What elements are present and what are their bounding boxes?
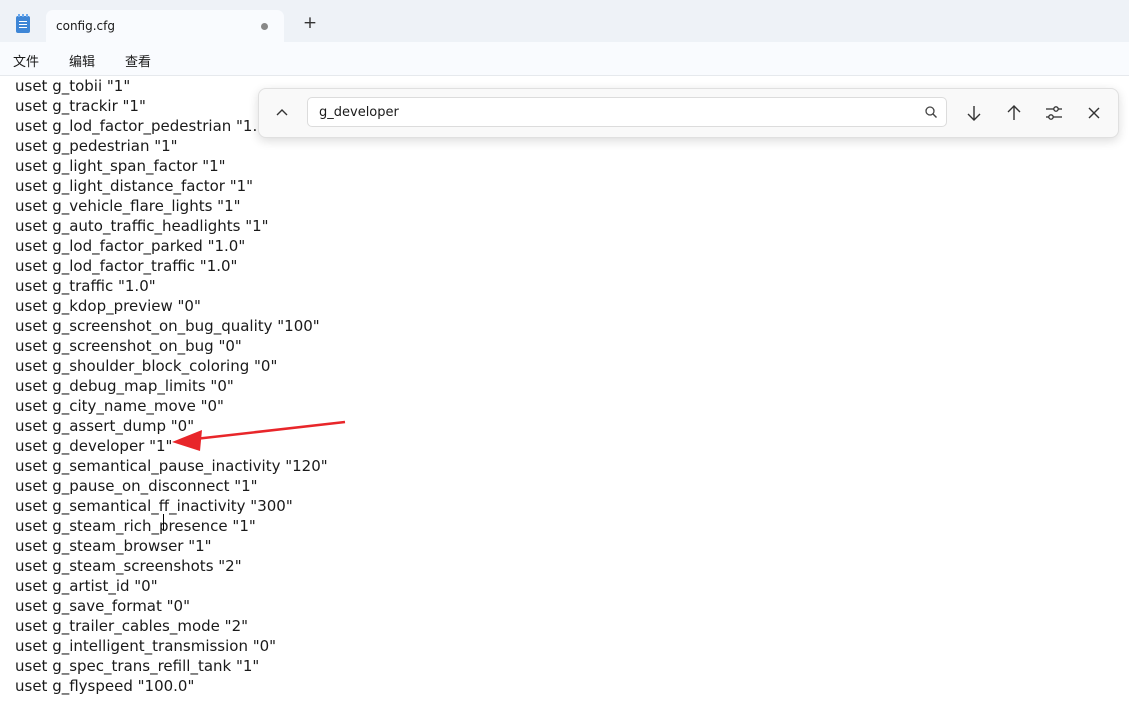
title-bar: config.cfg + bbox=[0, 0, 1129, 42]
config-line: uset g_save_format "0" bbox=[15, 597, 190, 615]
config-line: uset g_steam_rich_presence "1" bbox=[15, 517, 256, 535]
config-line: uset g_vehicle_flare_lights "1" bbox=[15, 197, 241, 215]
config-line: uset g_traffic "1.0" bbox=[15, 277, 156, 295]
config-line: uset g_city_name_move "0" bbox=[15, 397, 224, 415]
menu-edit[interactable]: 编辑 bbox=[69, 51, 95, 70]
config-line: uset g_developer "1" bbox=[15, 437, 173, 455]
config-line: uset g_screenshot_on_bug_quality "100" bbox=[15, 317, 320, 335]
config-line: uset g_light_distance_factor "1" bbox=[15, 177, 254, 195]
arrow-up-icon bbox=[1007, 105, 1021, 120]
arrow-down-icon bbox=[967, 106, 981, 121]
tab-config-cfg[interactable]: config.cfg bbox=[46, 10, 284, 42]
notepad-icon bbox=[16, 14, 30, 33]
editor-lines: uset g_tobii "1" uset g_trackir "1" uset g… bbox=[15, 76, 328, 696]
close-find-button[interactable] bbox=[1082, 101, 1106, 125]
config-line: uset g_auto_traffic_headlights "1" bbox=[15, 217, 269, 235]
menu-bar: 文件 编辑 查看 bbox=[0, 42, 1129, 76]
config-line: uset g_artist_id "0" bbox=[15, 577, 158, 595]
config-line: uset g_spec_trans_refill_tank "1" bbox=[15, 657, 260, 675]
find-next-button[interactable] bbox=[962, 101, 986, 125]
config-line: uset g_trailer_cables_mode "2" bbox=[15, 617, 249, 635]
chevron-up-icon bbox=[276, 109, 288, 116]
config-line: uset g_kdop_preview "0" bbox=[15, 297, 201, 315]
config-line: uset g_assert_dump "0" bbox=[15, 417, 195, 435]
find-input[interactable]: g_developer bbox=[307, 97, 947, 127]
config-line: uset g_pause_on_disconnect "1" bbox=[15, 477, 258, 495]
config-line: uset g_intelligent_transmission "0" bbox=[15, 637, 277, 655]
menu-view[interactable]: 查看 bbox=[125, 51, 151, 70]
find-previous-button[interactable] bbox=[1002, 101, 1026, 125]
text-editor[interactable]: uset g_tobii "1" uset g_trackir "1" uset g… bbox=[0, 76, 1129, 701]
find-bar: g_developer bbox=[258, 88, 1119, 138]
config-line: uset g_shoulder_block_coloring "0" bbox=[15, 357, 278, 375]
tab-title: config.cfg bbox=[56, 19, 115, 33]
find-query: g_developer bbox=[319, 105, 399, 120]
config-line: uset g_lod_factor_parked "1.0" bbox=[15, 237, 246, 255]
new-tab-button[interactable]: + bbox=[300, 13, 320, 33]
unsaved-dot-icon[interactable] bbox=[261, 23, 268, 30]
config-line: uset g_light_span_factor "1" bbox=[15, 157, 226, 175]
text-caret bbox=[163, 514, 164, 530]
config-line: uset g_semantical_pause_inactivity "120" bbox=[15, 457, 328, 475]
collapse-find-button[interactable] bbox=[270, 101, 294, 125]
menu-file[interactable]: 文件 bbox=[13, 51, 39, 70]
config-line: uset g_pedestrian "1" bbox=[15, 137, 178, 155]
config-line: uset g_steam_browser "1" bbox=[15, 537, 212, 555]
config-line: uset g_screenshot_on_bug "0" bbox=[15, 337, 242, 355]
config-line: uset g_steam_screenshots "2" bbox=[15, 557, 242, 575]
config-line: uset g_lod_factor_traffic "1.0" bbox=[15, 257, 238, 275]
config-line: uset g_flyspeed "100.0" bbox=[15, 677, 195, 695]
close-icon bbox=[1088, 107, 1100, 119]
config-line: uset g_semantical_ff_inactivity "300" bbox=[15, 497, 293, 515]
search-icon[interactable] bbox=[924, 105, 938, 119]
sliders-icon bbox=[1046, 106, 1062, 120]
find-options-button[interactable] bbox=[1042, 101, 1066, 125]
config-line: uset g_debug_map_limits "0" bbox=[15, 377, 234, 395]
